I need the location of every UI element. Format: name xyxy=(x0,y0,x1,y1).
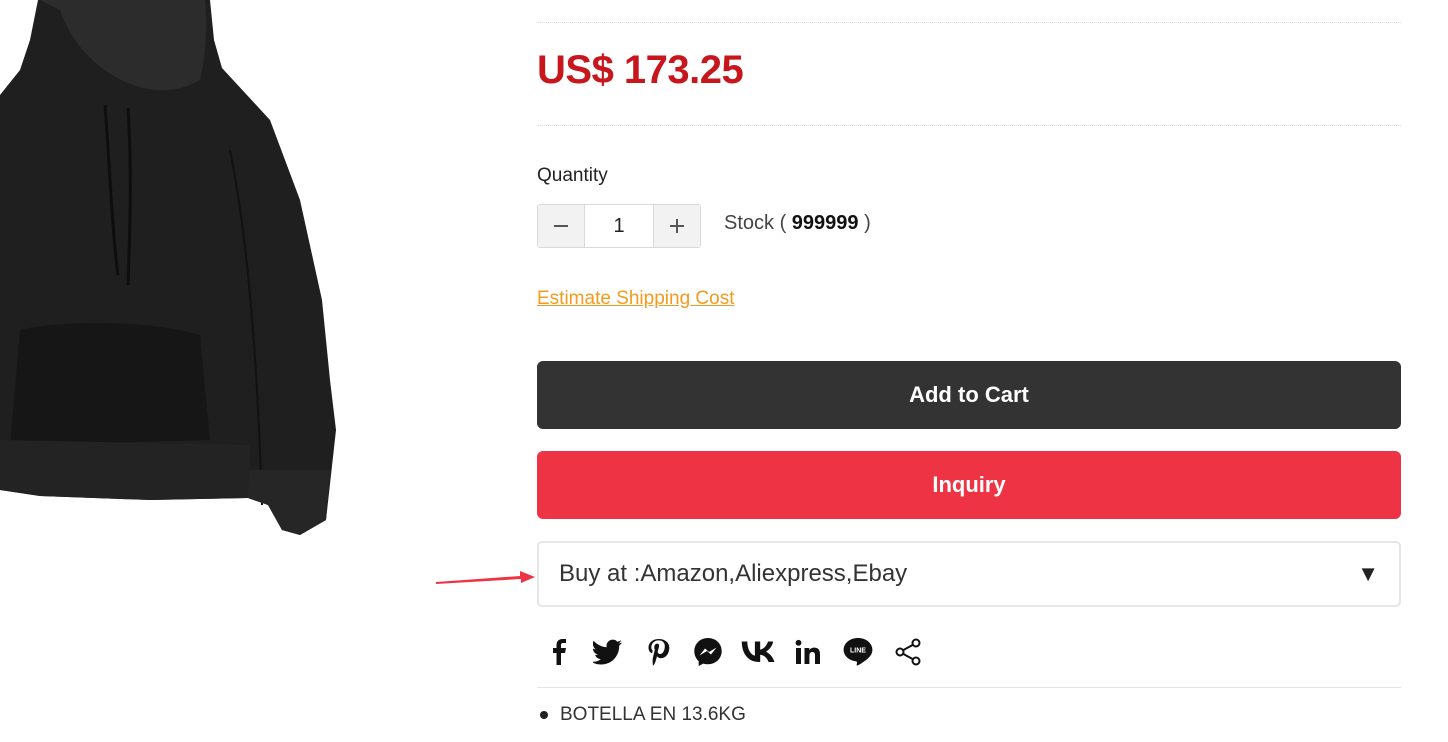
buy-at-dropdown[interactable]: Buy at :Amazon,Aliexpress,Ebay ▼ xyxy=(537,541,1401,607)
decrease-quantity-button[interactable] xyxy=(538,205,585,247)
bullet-icon xyxy=(540,711,548,719)
annotation-arrow-icon xyxy=(436,571,535,584)
stock-prefix: Stock ( xyxy=(724,212,792,234)
chevron-down-icon: ▼ xyxy=(1357,561,1379,586)
pinterest-icon[interactable] xyxy=(640,632,676,672)
quantity-label: Quantity xyxy=(537,165,608,186)
inquiry-button[interactable]: Inquiry xyxy=(537,451,1401,519)
stock-info: Stock ( 999999 ) xyxy=(724,212,871,235)
plus-icon xyxy=(670,219,684,233)
linkedin-icon[interactable] xyxy=(790,632,826,672)
vk-icon[interactable] xyxy=(740,632,776,672)
svg-text:LINE: LINE xyxy=(850,648,866,655)
minus-icon xyxy=(554,225,568,227)
share-divider xyxy=(537,687,1401,688)
share-icon[interactable] xyxy=(890,632,926,672)
top-divider xyxy=(537,22,1401,23)
stock-value: 999999 xyxy=(791,212,859,234)
messenger-icon[interactable] xyxy=(690,632,726,672)
price-divider xyxy=(537,125,1401,126)
product-price: US$ 173.25 xyxy=(537,48,744,92)
twitter-icon[interactable] xyxy=(590,632,626,672)
estimate-shipping-link[interactable]: Estimate Shipping Cost xyxy=(537,288,735,310)
stock-suffix: ) xyxy=(858,212,871,234)
social-share-bar: LINE xyxy=(540,632,926,672)
add-to-cart-button[interactable]: Add to Cart xyxy=(537,361,1401,429)
buy-at-selected: Buy at :Amazon,Aliexpress,Ebay xyxy=(559,560,908,587)
facebook-icon[interactable] xyxy=(540,632,576,672)
quantity-stepper[interactable] xyxy=(537,204,701,248)
product-image xyxy=(0,0,336,535)
quantity-input[interactable] xyxy=(585,205,653,247)
product-detail-text: BOTELLA EN 13.6KG xyxy=(560,704,746,725)
product-detail-list-item: BOTELLA EN 13.6KG xyxy=(540,704,746,726)
increase-quantity-button[interactable] xyxy=(653,205,700,247)
line-icon[interactable]: LINE xyxy=(840,632,876,672)
